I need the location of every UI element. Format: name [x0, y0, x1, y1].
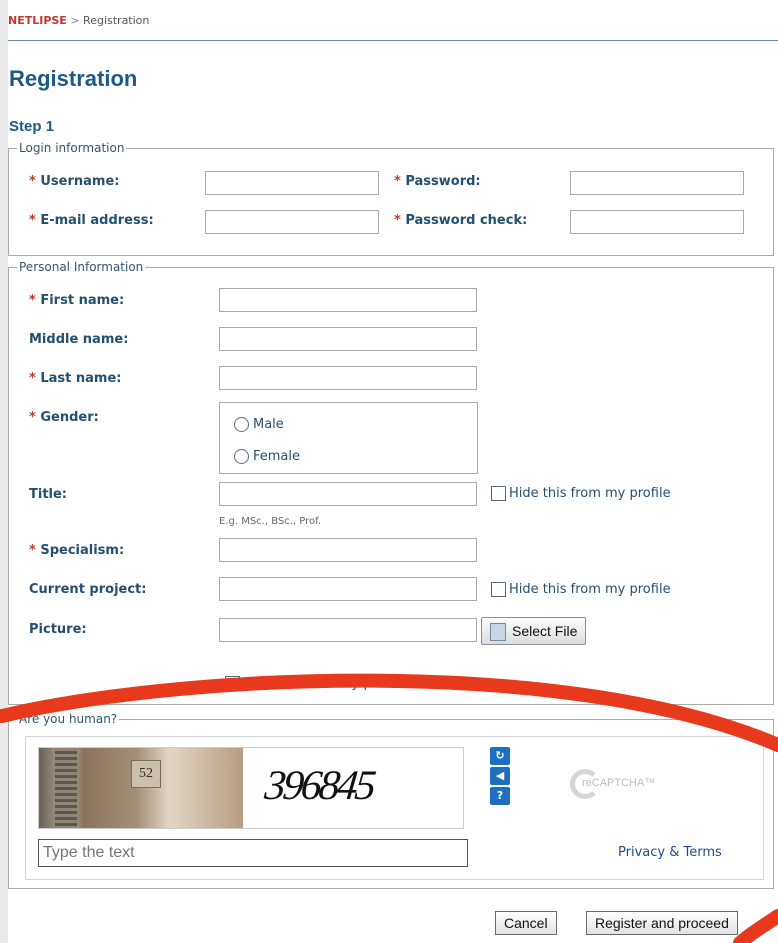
personal-information-fieldset: Personal Information * First name: Middl… — [8, 259, 774, 705]
hide-picture-checkbox[interactable] — [225, 676, 240, 691]
required-marker: * — [394, 213, 401, 228]
login-information-legend: Login information — [17, 140, 127, 156]
username-label: * Username: — [29, 174, 120, 189]
step-title: Step 1 — [9, 118, 55, 135]
photo-pillar — [55, 748, 77, 828]
captcha-fieldset: Are you human? 52 396845 ↻ ◀ ? reCAPTCHA… — [8, 711, 774, 889]
hide-title-checkbox-row[interactable]: Hide this from my profile — [491, 486, 671, 501]
captcha-word: 396845 — [262, 763, 376, 809]
required-marker: * — [29, 543, 36, 558]
photo-sign: 52 — [131, 760, 161, 788]
male-radio[interactable] — [234, 417, 249, 432]
password-input[interactable] — [570, 171, 744, 195]
email-label: * E-mail address: — [29, 213, 154, 228]
reload-captcha-button[interactable]: ↻ — [490, 747, 510, 765]
current-project-label: Current project: — [29, 582, 147, 597]
required-marker: * — [29, 371, 36, 386]
last-name-label: * Last name: — [29, 371, 122, 386]
password-check-input[interactable] — [570, 210, 744, 234]
help-captcha-button[interactable]: ? — [490, 787, 510, 805]
middle-name-input[interactable] — [219, 327, 477, 351]
page-title: Registration — [9, 66, 138, 91]
last-name-input[interactable] — [219, 366, 477, 390]
gender-radio-group: Male Female — [219, 402, 478, 474]
register-and-proceed-button[interactable]: Register and proceed — [586, 911, 738, 935]
title-label: Title: — [29, 487, 68, 502]
female-radio[interactable] — [234, 449, 249, 464]
first-name-input[interactable] — [219, 288, 477, 312]
hide-project-checkbox[interactable] — [491, 582, 506, 597]
picture-label: Picture: — [29, 622, 87, 637]
title-hint: E.g. MSc., BSc., Prof. — [219, 516, 322, 527]
recaptcha-logo: reCAPTCHA™ — [582, 777, 656, 789]
hide-picture-checkbox-row[interactable]: Hide this from my profile — [225, 676, 405, 691]
privacy-terms-link[interactable]: Privacy & Terms — [618, 845, 722, 860]
captcha-answer-input[interactable] — [38, 839, 468, 867]
captcha-image: 52 396845 — [38, 747, 464, 829]
required-marker: * — [29, 293, 36, 308]
recaptcha-widget: 52 396845 ↻ ◀ ? reCAPTCHA™ Privacy & Ter… — [25, 736, 764, 880]
current-project-input[interactable] — [219, 577, 477, 601]
password-label: * Password: — [394, 174, 481, 189]
breadcrumb-brand-link[interactable]: NETLIPSE — [8, 14, 67, 27]
specialism-label: * Specialism: — [29, 543, 125, 558]
required-marker: * — [29, 410, 36, 425]
captcha-photo: 52 — [39, 748, 243, 828]
select-file-button[interactable]: Select File — [481, 617, 587, 645]
personal-information-legend: Personal Information — [17, 259, 146, 275]
breadcrumb-current: Registration — [83, 14, 150, 27]
file-icon — [490, 623, 506, 641]
gender-option-female[interactable]: Female — [234, 449, 300, 464]
login-information-fieldset: Login information * Username: * Password… — [8, 140, 774, 256]
hide-title-checkbox[interactable] — [491, 486, 506, 501]
specialism-input[interactable] — [219, 538, 477, 562]
password-check-label: * Password check: — [394, 213, 528, 228]
breadcrumb-separator: > — [70, 14, 80, 27]
first-name-label: * First name: — [29, 293, 125, 308]
gender-option-male[interactable]: Male — [234, 417, 284, 432]
hide-project-checkbox-row[interactable]: Hide this from my profile — [491, 582, 671, 597]
breadcrumb: NETLIPSE > Registration — [8, 14, 149, 27]
captcha-legend: Are you human? — [17, 711, 120, 727]
middle-name-label: Middle name: — [29, 332, 129, 347]
cancel-button[interactable]: Cancel — [495, 911, 557, 935]
picture-path-input[interactable] — [219, 618, 477, 642]
email-input[interactable] — [205, 210, 379, 234]
required-marker: * — [29, 213, 36, 228]
registration-page: NETLIPSE > Registration Registration Ste… — [8, 0, 778, 943]
title-input[interactable] — [219, 482, 477, 506]
header-divider — [8, 40, 778, 41]
gender-label: * Gender: — [29, 410, 99, 425]
required-marker: * — [29, 174, 36, 189]
audio-captcha-button[interactable]: ◀ — [490, 767, 510, 785]
username-input[interactable] — [205, 171, 379, 195]
required-marker: * — [394, 174, 401, 189]
